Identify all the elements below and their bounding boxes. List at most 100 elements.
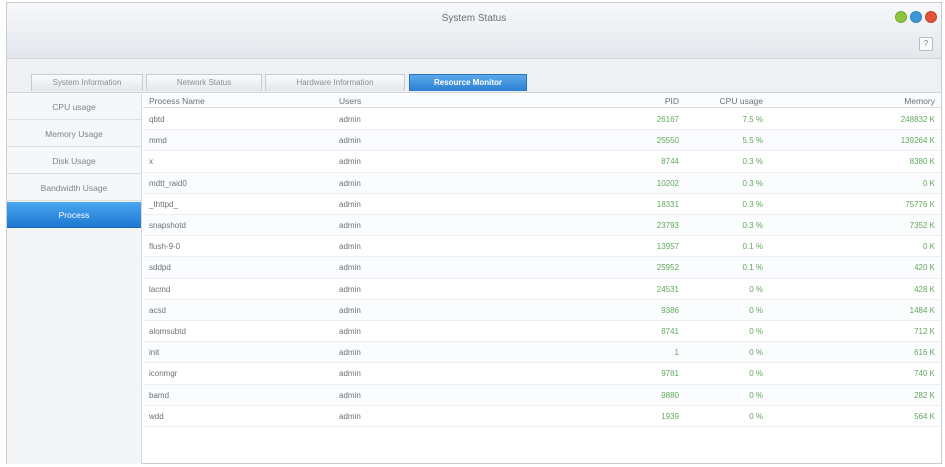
- cpu-usage-cell: 0.1 %: [742, 242, 763, 252]
- table-row[interactable]: bamd admin 9880 0 % 282 K: [143, 384, 941, 406]
- table-row[interactable]: iconmgr admin 9781 0 % 740 K: [143, 363, 941, 385]
- column-header-memory[interactable]: Memory: [904, 94, 935, 108]
- pid-cell: 9880: [661, 390, 679, 400]
- title-bar: System Status ?: [7, 3, 941, 59]
- process-name-cell: mdtt_raid0: [149, 178, 187, 188]
- process-name-cell: _thttpd_: [149, 199, 178, 209]
- pid-cell: 10202: [656, 178, 679, 188]
- user-cell: admin: [339, 178, 361, 188]
- pid-cell: 13957: [656, 242, 679, 252]
- cpu-usage-cell: 5.5 %: [742, 136, 763, 146]
- table-row[interactable]: _thttpd_ admin 18331 0.3 % 75776 K: [143, 194, 941, 215]
- table-row[interactable]: x admin 8744 0.3 % 8380 K: [143, 151, 941, 173]
- memory-cell: 0 K: [922, 178, 935, 188]
- memory-cell: 7352 K: [909, 221, 935, 230]
- process-name-cell: mmd: [149, 136, 167, 146]
- process-name-cell: snapshotd: [149, 221, 186, 230]
- sidebar-item-bandwidth-usage[interactable]: Bandwidth Usage: [7, 175, 141, 201]
- memory-cell: 420 K: [914, 263, 935, 273]
- pid-cell: 1: [674, 348, 679, 358]
- process-name-cell: wdd: [149, 411, 164, 421]
- tab-bar: System Information Network Status Hardwa…: [7, 59, 941, 93]
- cpu-usage-cell: 0 %: [749, 327, 763, 336]
- memory-cell: 0 K: [922, 242, 935, 252]
- pid-cell: 25952: [656, 263, 679, 273]
- close-button[interactable]: [925, 11, 937, 23]
- memory-cell: 75776 K: [905, 199, 935, 209]
- tab-system-information[interactable]: System Information: [31, 74, 143, 91]
- user-cell: admin: [339, 263, 361, 273]
- system-status-window: System Status ? System Information Netwo…: [6, 2, 942, 464]
- process-name-cell: flush-9-0: [149, 242, 181, 252]
- pid-cell: 8744: [661, 157, 679, 167]
- column-header-users[interactable]: Users: [339, 94, 361, 108]
- memory-cell: 564 K: [914, 411, 935, 421]
- table-row[interactable]: init admin 1 0 % 616 K: [143, 342, 941, 364]
- memory-cell: 740 K: [914, 369, 935, 379]
- process-name-cell: lacmd: [149, 284, 171, 294]
- sidebar-item-disk-usage[interactable]: Disk Usage: [7, 148, 141, 174]
- window-title: System Status: [441, 13, 507, 24]
- user-cell: admin: [339, 221, 361, 230]
- table-row[interactable]: acsd admin 9386 0 % 1484 K: [143, 299, 941, 321]
- pid-cell: 18331: [656, 199, 679, 209]
- table-row[interactable]: flush-9-0 admin 13957 0.1 % 0 K: [143, 236, 941, 258]
- column-header-cpu-usage[interactable]: CPU usage: [720, 94, 763, 108]
- cpu-usage-cell: 0.3 %: [742, 157, 763, 167]
- pid-cell: 26167: [656, 115, 679, 124]
- cpu-usage-cell: 0 %: [749, 411, 763, 421]
- pid-cell: 9386: [661, 305, 679, 315]
- table-row[interactable]: mdtt_raid0 admin 10202 0.3 % 0 K: [143, 172, 941, 194]
- table-row[interactable]: lacmd admin 24531 0 % 428 K: [143, 279, 941, 300]
- pid-cell: 24531: [656, 284, 679, 294]
- pid-cell: 23793: [656, 221, 679, 230]
- tab-hardware-information[interactable]: Hardware Information: [265, 74, 405, 91]
- cpu-usage-cell: 0 %: [749, 284, 763, 294]
- tab-network-status[interactable]: Network Status: [146, 74, 262, 91]
- user-cell: admin: [339, 284, 361, 294]
- table-row[interactable]: sddpd admin 25952 0.1 % 420 K: [143, 257, 941, 279]
- user-cell: admin: [339, 369, 361, 379]
- maximize-button[interactable]: [910, 11, 922, 23]
- minimize-button[interactable]: [895, 11, 907, 23]
- table-row[interactable]: snapshotd admin 23793 0.3 % 7352 K: [143, 215, 941, 237]
- process-name-cell: init: [149, 348, 160, 358]
- sidebar-item-process[interactable]: Process: [7, 202, 141, 228]
- pid-cell: 25550: [656, 136, 679, 146]
- column-header-process-name[interactable]: Process Name: [149, 94, 205, 108]
- sidebar-item-memory-usage[interactable]: Memory Usage: [7, 121, 141, 147]
- cpu-usage-cell: 0.3 %: [742, 221, 763, 230]
- user-cell: admin: [339, 348, 361, 358]
- memory-cell: 1484 K: [909, 305, 935, 315]
- table-row[interactable]: wdd admin 1939 0 % 564 K: [143, 406, 941, 427]
- pid-cell: 9781: [661, 369, 679, 379]
- process-name-cell: bamd: [149, 390, 170, 400]
- process-name-cell: x: [149, 157, 153, 167]
- process-name-cell: alomsubtd: [149, 327, 186, 336]
- memory-cell: 616 K: [914, 348, 935, 358]
- table-row[interactable]: alomsubtd admin 8741 0 % 712 K: [143, 321, 941, 343]
- help-button[interactable]: ?: [919, 37, 933, 51]
- cpu-usage-cell: 0 %: [749, 348, 763, 358]
- memory-cell: 139264 K: [900, 136, 935, 146]
- process-name-cell: iconmgr: [149, 369, 178, 379]
- process-name-cell: sddpd: [149, 263, 171, 273]
- user-cell: admin: [339, 136, 361, 146]
- user-cell: admin: [339, 411, 361, 421]
- user-cell: admin: [339, 305, 361, 315]
- cpu-usage-cell: 0.1 %: [742, 263, 763, 273]
- user-cell: admin: [339, 390, 361, 400]
- pid-cell: 8741: [661, 327, 679, 336]
- user-cell: admin: [339, 157, 361, 167]
- tab-resource-monitor[interactable]: Resource Monitor: [409, 74, 527, 91]
- cpu-usage-cell: 0 %: [749, 369, 763, 379]
- user-cell: admin: [339, 115, 361, 124]
- table-row[interactable]: mmd admin 25550 5.5 % 139264 K: [143, 130, 941, 152]
- sidebar: CPU usage Memory Usage Disk Usage Bandwi…: [7, 94, 142, 464]
- table-row[interactable]: qbtd admin 26167 7.5 % 248832 K: [143, 109, 941, 131]
- cpu-usage-cell: 0 %: [749, 305, 763, 315]
- table-header: Process Name Users PID CPU usage Memory: [143, 94, 941, 108]
- pid-cell: 1939: [661, 411, 679, 421]
- column-header-pid[interactable]: PID: [665, 94, 679, 108]
- sidebar-item-cpu-usage[interactable]: CPU usage: [7, 94, 141, 120]
